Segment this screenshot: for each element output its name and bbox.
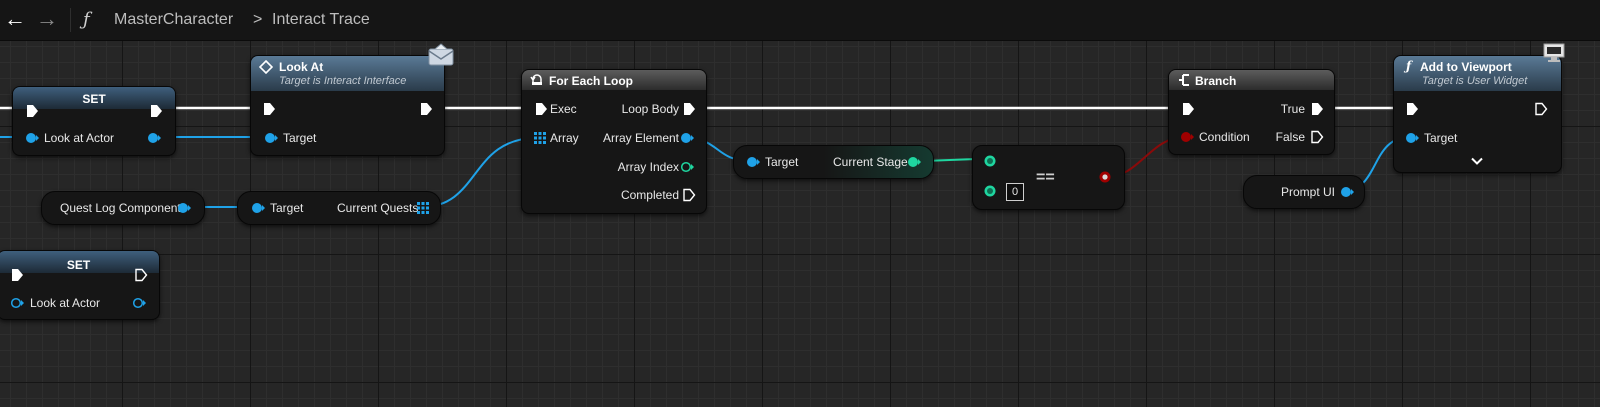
output-label: Current Stage: [833, 155, 908, 169]
index-output-pin[interactable]: [680, 161, 694, 173]
branch-icon: [1179, 74, 1189, 86]
envelope-icon: [428, 43, 454, 66]
get-current-quests-node[interactable]: Target Current Quests: [237, 191, 441, 225]
add-to-viewport-node[interactable]: ƒ Add to Viewport Target is User Widget …: [1393, 43, 1565, 173]
array-output-pin[interactable]: [417, 202, 429, 214]
false-exec-pin[interactable]: [1310, 130, 1324, 144]
variable-label: Quest Log Component: [60, 201, 181, 215]
loop-icon: [530, 74, 542, 85]
breadcrumb-current[interactable]: Interact Trace: [272, 11, 370, 29]
condition-label: Condition: [1199, 130, 1250, 144]
target-label: Target: [270, 201, 304, 215]
equals-node[interactable]: 0 ==: [972, 145, 1125, 210]
set-node-bottom[interactable]: SET Look at Actor: [0, 250, 160, 320]
look-at-node[interactable]: Look At Target is Interact Interface Tar…: [250, 43, 454, 156]
variable-label: Prompt UI: [1281, 185, 1336, 199]
function-icon: ƒ: [83, 9, 90, 30]
target-input-pin[interactable]: [1405, 132, 1419, 144]
array-label: Array: [550, 131, 579, 145]
for-each-loop-node[interactable]: For Each Loop Exec Loop Body Array Array…: [521, 69, 707, 214]
object-input-pin[interactable]: [10, 297, 24, 309]
node-header: [1169, 70, 1334, 90]
exec-output-pin[interactable]: [1534, 102, 1548, 116]
exec-input-pin[interactable]: [262, 102, 276, 116]
graph-toolbar: ← → ƒ MasterCharacter > Interact Trace: [0, 0, 1600, 41]
object-output-pin[interactable]: [132, 297, 146, 309]
exec-output-pin[interactable]: [134, 268, 148, 282]
object-output-pin[interactable]: [147, 132, 161, 144]
set-node-top[interactable]: SET Look at Actor: [12, 86, 176, 156]
exec-input-pin[interactable]: [10, 268, 24, 282]
quest-log-component-node[interactable]: Quest Log Component: [41, 191, 205, 225]
condition-input-pin[interactable]: [1180, 131, 1194, 143]
forward-arrow-icon[interactable]: →: [34, 6, 60, 32]
function-icon: ƒ: [1406, 59, 1412, 73]
node-title: Look At: [279, 60, 324, 74]
target-input-pin[interactable]: [251, 202, 265, 214]
element-output-pin[interactable]: [680, 132, 694, 144]
integer-output-pin[interactable]: [907, 156, 921, 168]
node-title: For Each Loop: [549, 74, 633, 88]
completed-label: Completed: [620, 188, 679, 202]
exec-input-pin[interactable]: [534, 102, 548, 116]
node-subtitle: Target is User Widget: [1422, 75, 1528, 87]
object-output-pin[interactable]: [1340, 186, 1354, 198]
true-exec-pin[interactable]: [1310, 102, 1324, 116]
target-label: Target: [765, 155, 799, 169]
default-value-field[interactable]: 0: [1006, 183, 1024, 201]
array-index-label: Array Index: [617, 160, 679, 174]
breadcrumb-separator: >: [253, 11, 263, 28]
node-title: Add to Viewport: [1420, 60, 1512, 74]
array-input-pin[interactable]: [534, 132, 546, 144]
array-element-label: Array Element: [602, 131, 679, 145]
variable-label: Look at Actor: [44, 131, 115, 145]
false-label: False: [1275, 130, 1305, 144]
exec-output-pin[interactable]: [682, 102, 696, 116]
branch-node[interactable]: Branch True Condition False: [1168, 69, 1335, 155]
output-label: Current Quests: [337, 201, 419, 215]
interface-message-icon: [259, 60, 273, 74]
exec-output-pin[interactable]: [149, 104, 163, 118]
operator-label: ==: [1036, 169, 1055, 186]
get-current-stage-node[interactable]: Target Current Stage: [733, 145, 934, 179]
object-output-pin[interactable]: [177, 202, 191, 214]
exec-label: Exec: [550, 102, 577, 116]
chevron-down-icon[interactable]: [1471, 157, 1483, 166]
variable-label: Look at Actor: [30, 296, 101, 310]
exec-input-pin[interactable]: [25, 104, 39, 118]
exec-output-pin[interactable]: [419, 102, 433, 116]
node-title: Branch: [1195, 74, 1237, 88]
target-label: Target: [1424, 131, 1458, 145]
integer-input-pin-a[interactable]: [983, 154, 997, 168]
exec-input-pin[interactable]: [1181, 102, 1195, 116]
true-label: True: [1280, 102, 1305, 116]
target-input-pin[interactable]: [264, 132, 278, 144]
loop-body-label: Loop Body: [621, 102, 679, 116]
object-input-pin[interactable]: [25, 132, 39, 144]
back-arrow-icon[interactable]: ←: [2, 6, 28, 32]
breadcrumb-parent[interactable]: MasterCharacter: [114, 11, 233, 29]
target-input-pin[interactable]: [746, 156, 760, 168]
exec-input-pin[interactable]: [1405, 102, 1419, 116]
boolean-output-pin[interactable]: [1098, 170, 1112, 184]
integer-input-pin-b[interactable]: [983, 184, 997, 198]
target-label: Target: [283, 131, 317, 145]
prompt-ui-node[interactable]: Prompt UI: [1243, 175, 1365, 209]
monitor-icon: [1543, 43, 1565, 62]
toolbar-divider: [70, 8, 71, 32]
node-subtitle: Target is Interact Interface: [279, 75, 407, 87]
completed-exec-pin[interactable]: [682, 188, 696, 202]
